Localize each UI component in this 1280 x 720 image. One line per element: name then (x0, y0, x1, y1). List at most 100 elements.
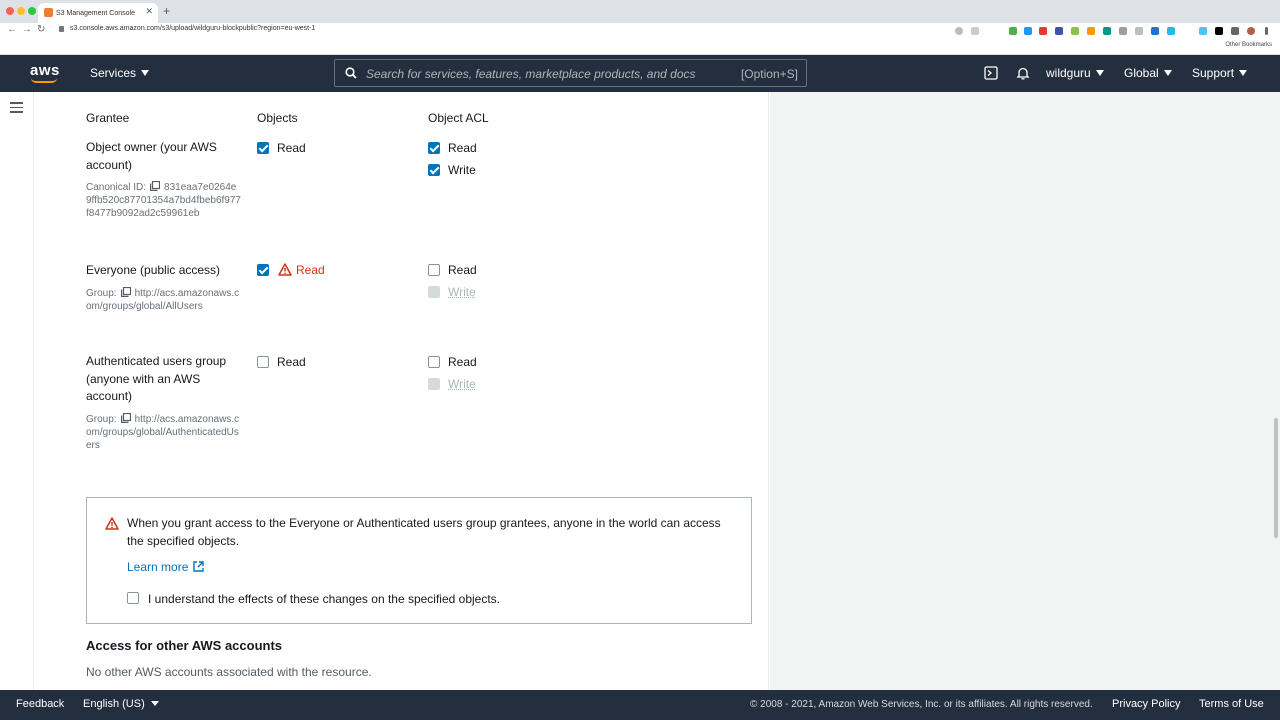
authenticated-objects-read-checkbox[interactable] (257, 356, 269, 368)
owner-objects-read-checkbox[interactable] (257, 142, 269, 154)
extensions-puzzle-icon[interactable] (1231, 27, 1239, 35)
browser-tab[interactable]: S3 Management Console ✕ (38, 3, 158, 23)
privacy-policy-link[interactable]: Privacy Policy (1112, 698, 1180, 710)
grantee-detail: Group: http://acs.amazonaws.com/groups/gl… (86, 287, 241, 313)
column-header-object-acl: Object ACL (428, 111, 489, 125)
search-shortcut: [Option+S] (740, 67, 798, 81)
acknowledge-label: I understand the effects of these change… (148, 592, 501, 606)
other-accounts-empty-text: No other AWS accounts associated with th… (86, 665, 372, 679)
services-label: Services (90, 66, 137, 80)
acl-panel: Grantee Objects Object ACL Object owner … (35, 92, 769, 690)
checkbox-label: Read (448, 263, 477, 277)
search-placeholder: Search for services, features, marketpla… (366, 67, 696, 81)
language-label: English (US) (83, 698, 145, 710)
tab-title: S3 Management Console (56, 9, 135, 17)
external-link-icon (193, 561, 205, 572)
caret-down-icon (141, 70, 150, 76)
column-header-grantee: Grantee (86, 111, 130, 125)
checkbox-label: Read (277, 355, 306, 369)
copy-icon[interactable] (120, 287, 131, 297)
zoom-icon[interactable] (955, 27, 963, 35)
extension-icon[interactable] (1215, 27, 1223, 35)
everyone-acl-read-checkbox[interactable] (428, 264, 440, 276)
other-accounts-heading: Access for other AWS accounts (86, 638, 283, 653)
extension-icon[interactable] (1119, 27, 1127, 35)
acknowledge-checkbox[interactable] (127, 592, 139, 604)
extension-icon[interactable] (1071, 27, 1079, 35)
column-header-objects: Objects (257, 111, 298, 125)
checkbox-label: Read (448, 355, 477, 369)
forward-icon[interactable]: → (22, 24, 32, 35)
reload-icon[interactable]: ↻ (37, 24, 45, 35)
extension-icon[interactable] (1151, 27, 1159, 35)
right-gutter (770, 92, 1272, 690)
other-bookmarks[interactable]: Other Bookmarks (1225, 42, 1272, 48)
copy-icon[interactable] (120, 413, 131, 423)
grantee-everyone: Everyone (public access) (86, 263, 221, 277)
feedback-link[interactable]: Feedback (16, 698, 64, 710)
extension-icon[interactable] (1009, 27, 1017, 35)
checkbox-label: Write (448, 377, 476, 391)
everyone-objects-read-checkbox[interactable] (257, 264, 269, 276)
aws-logo-smile (31, 78, 57, 83)
extension-icon[interactable] (1135, 27, 1143, 35)
extension-icon[interactable] (1167, 27, 1175, 35)
address-bar-row: ← → ↻ s3.console.aws.amazon.com/s3/uploa… (0, 23, 1280, 39)
terms-of-use-link[interactable]: Terms of Use (1199, 698, 1264, 710)
region-menu[interactable]: Global (1124, 66, 1172, 80)
caret-down-icon (1163, 70, 1172, 76)
page-scrollbar[interactable] (1272, 92, 1280, 690)
grantee-detail: Group: http://acs.amazonaws.com/groups/gl… (86, 413, 241, 452)
bell-icon[interactable] (1016, 66, 1030, 80)
checkbox-label: Read (277, 141, 306, 155)
warning-icon (278, 263, 292, 276)
extension-icon[interactable] (1039, 27, 1047, 35)
alert-message: When you grant access to the Everyone or… (127, 516, 721, 548)
window-zoom-button[interactable] (28, 7, 36, 15)
address-bar[interactable]: s3.console.aws.amazon.com/s3/upload/wild… (70, 25, 315, 32)
side-nav-rail (0, 92, 34, 690)
extension-icon[interactable] (1199, 27, 1207, 35)
lock-icon (59, 26, 64, 32)
support-menu[interactable]: Support (1192, 66, 1248, 80)
tab-close-icon[interactable]: ✕ (145, 6, 153, 17)
back-icon[interactable]: ← (7, 24, 17, 35)
search-input[interactable]: Search for services, features, marketpla… (334, 59, 807, 87)
account-menu[interactable]: wildguru (1046, 66, 1104, 80)
extension-icon[interactable] (1087, 27, 1095, 35)
authenticated-acl-read-checkbox[interactable] (428, 356, 440, 368)
checkbox-label: Write (448, 163, 476, 177)
extension-icon[interactable] (1103, 27, 1111, 35)
extension-icon[interactable] (1055, 27, 1063, 35)
authenticated-acl-write-checkbox (428, 378, 440, 390)
copy-icon[interactable] (150, 181, 161, 191)
aws-top-nav: aws Services Search for services, featur… (0, 55, 1280, 92)
console-footer: Feedback English (US) © 2008 - 2021, Ama… (0, 690, 1280, 720)
browser-tab-strip: S3 Management Console ✕ + (0, 0, 1280, 23)
hamburger-menu-icon[interactable] (10, 102, 23, 113)
caret-down-icon (1239, 70, 1248, 76)
scrollbar-thumb[interactable] (1274, 418, 1278, 538)
owner-acl-write-checkbox[interactable] (428, 164, 440, 176)
detail-label: Canonical ID: (86, 182, 147, 193)
cloudshell-icon[interactable] (984, 66, 998, 80)
bookmark-star-icon[interactable] (971, 27, 979, 35)
owner-acl-read-checkbox[interactable] (428, 142, 440, 154)
language-selector[interactable]: English (US) (83, 698, 159, 710)
grantee-object-owner: Object owner (your AWS account) (86, 140, 217, 172)
window-close-button[interactable] (6, 7, 14, 15)
new-tab-button[interactable]: + (163, 4, 170, 18)
account-name: wildguru (1046, 66, 1091, 80)
checkbox-label: Read (296, 263, 325, 277)
grantee-authenticated-users: Authenticated users group (anyone with a… (86, 354, 227, 403)
detail-label: Group: (86, 414, 117, 425)
extension-icon[interactable] (1024, 27, 1032, 35)
window-minimize-button[interactable] (17, 7, 25, 15)
services-menu[interactable]: Services (90, 66, 150, 80)
browser-menu-icon[interactable] (1265, 27, 1268, 35)
learn-more-link[interactable]: Learn more (127, 560, 205, 574)
region-name: Global (1124, 66, 1159, 80)
caret-down-icon (1095, 70, 1104, 76)
profile-avatar[interactable] (1247, 27, 1255, 35)
aws-logo[interactable]: aws (30, 62, 60, 79)
